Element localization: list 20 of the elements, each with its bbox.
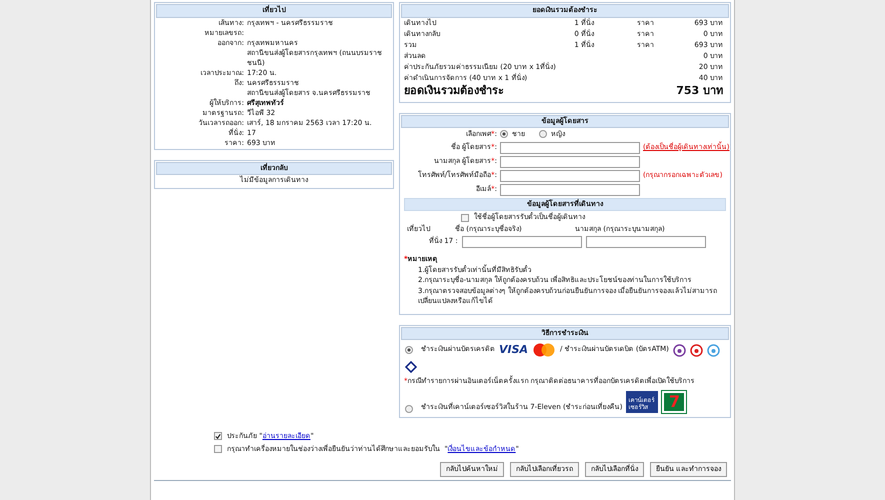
- bank-icon: [672, 344, 686, 356]
- input-field[interactable]: [500, 170, 640, 182]
- bank-icon: [706, 344, 720, 356]
- input-field[interactable]: [586, 236, 706, 248]
- payment-radio[interactable]: [405, 404, 413, 412]
- checkbox[interactable]: [214, 445, 222, 453]
- total-amount: 753 บาท: [676, 84, 723, 98]
- total-label: ยอดเงินรวมต้องชำระ: [404, 84, 504, 98]
- input-field[interactable]: [462, 236, 582, 248]
- checkbox[interactable]: [214, 432, 222, 440]
- bank-icon: [690, 344, 703, 356]
- input-field[interactable]: [500, 142, 640, 154]
- seven-eleven-logo: 7: [662, 390, 686, 412]
- input-field[interactable]: [500, 184, 640, 196]
- card-logo-icon: [532, 343, 556, 357]
- visa-logo: VISA: [499, 344, 528, 356]
- checkbox[interactable]: [461, 214, 469, 222]
- payment-radio[interactable]: [405, 346, 413, 354]
- bank-icon: [405, 361, 417, 373]
- input-field[interactable]: [500, 156, 640, 168]
